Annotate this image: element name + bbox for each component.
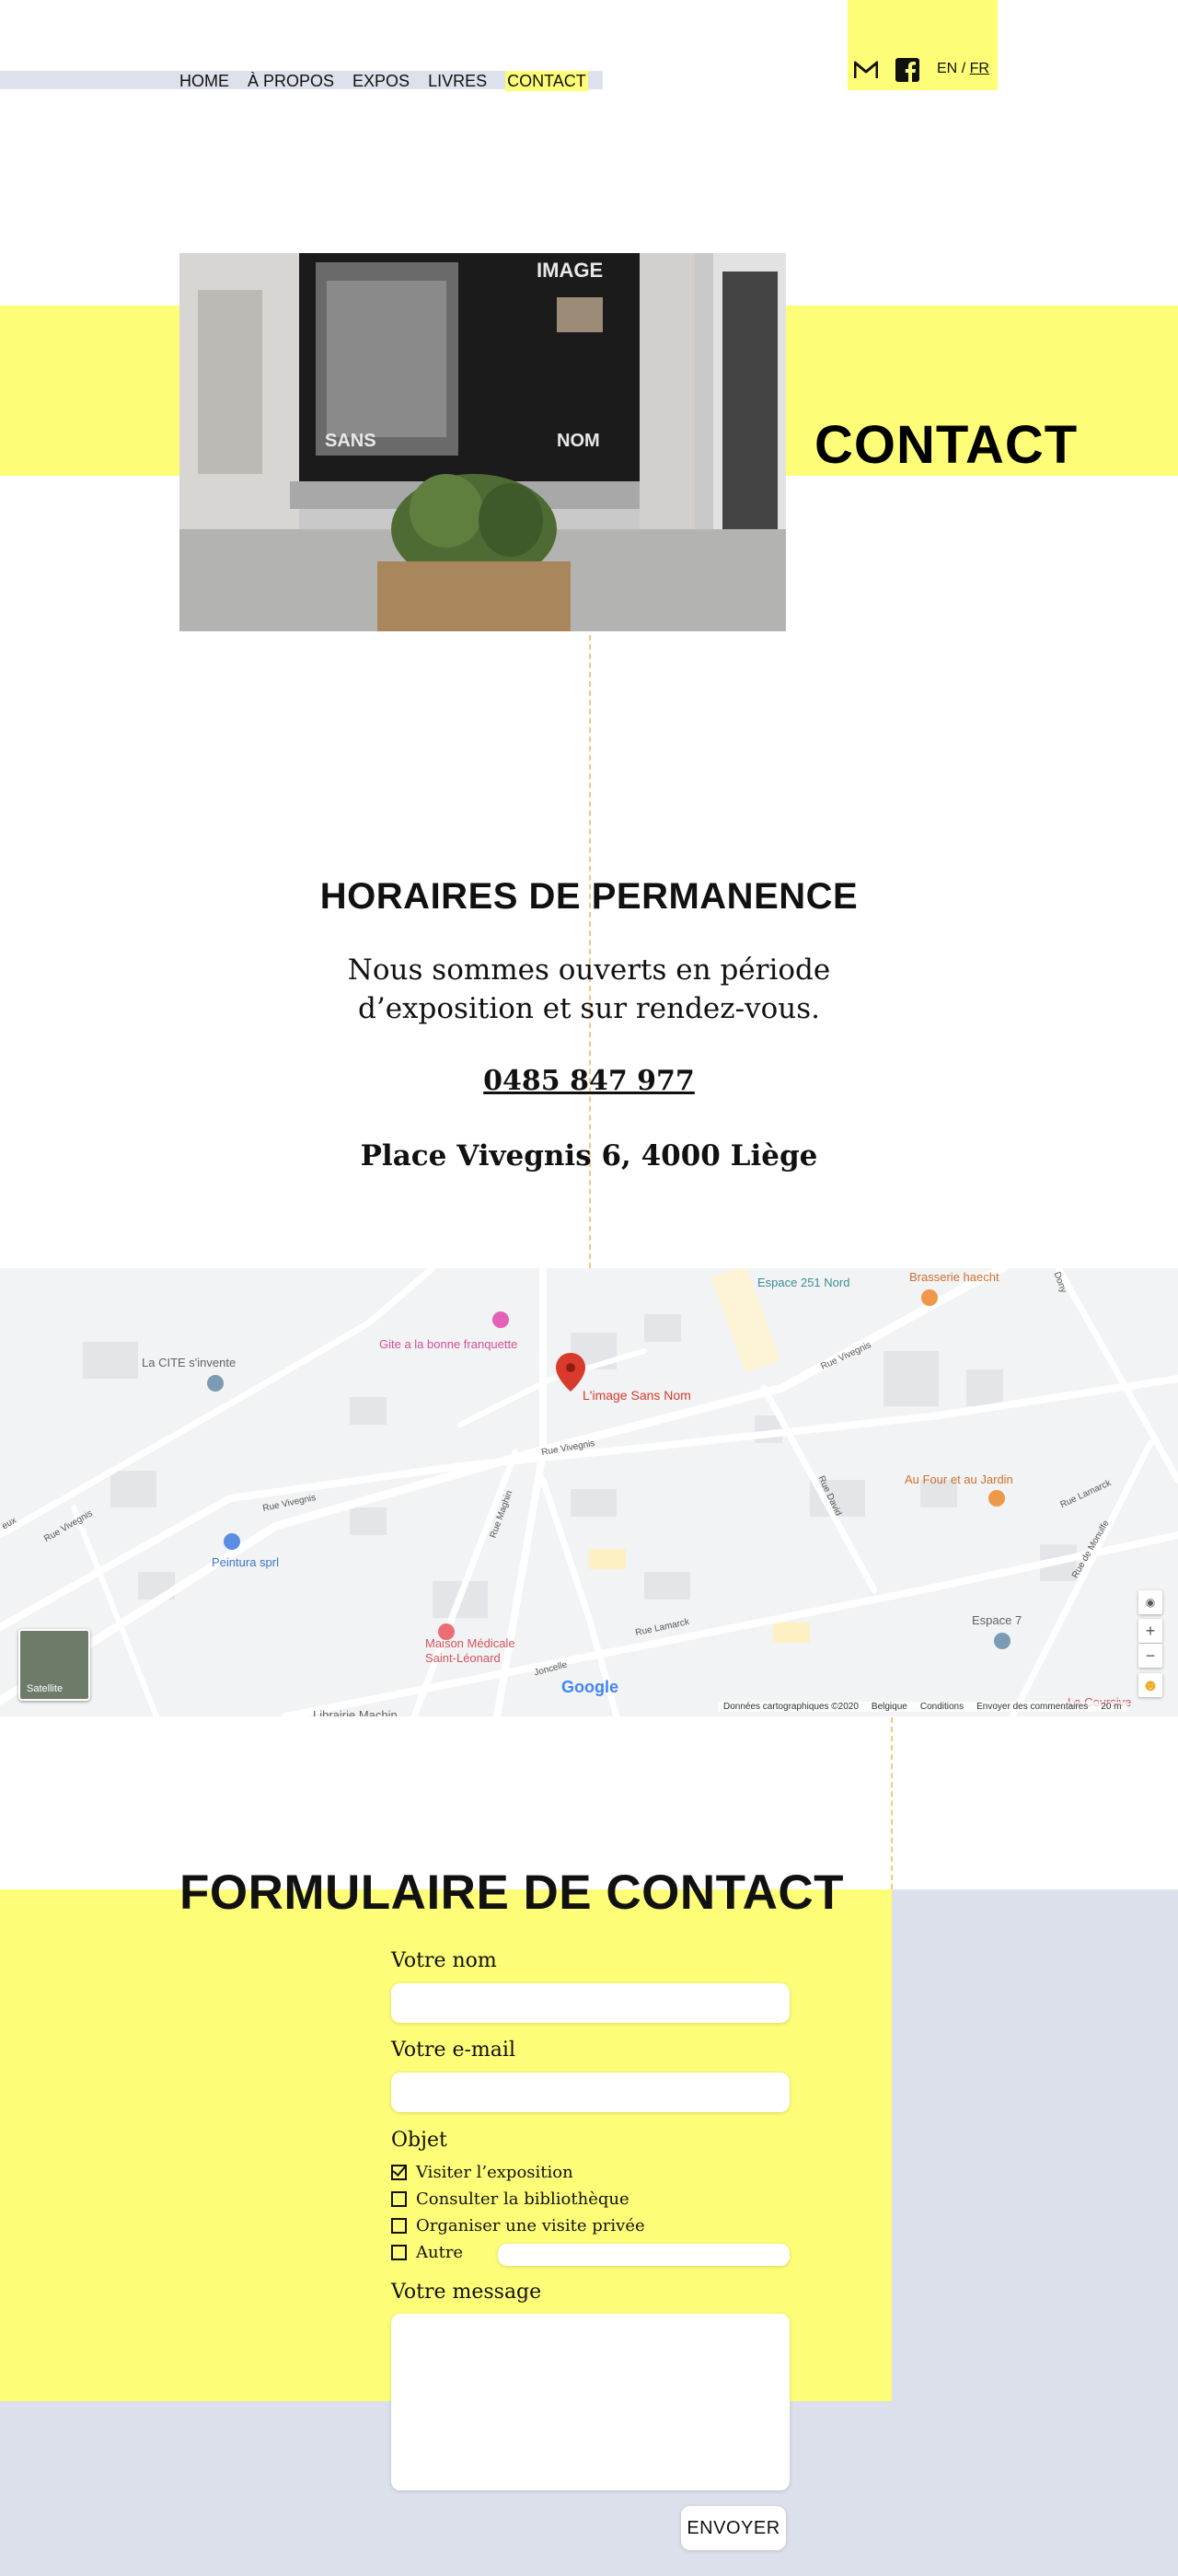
google-logo: Google: [561, 1678, 618, 1696]
option-label: Autre: [416, 2243, 464, 2262]
satellite-toggle[interactable]: Satellite: [18, 1629, 90, 1701]
checkbox[interactable]: [391, 2191, 407, 2207]
email-label: Votre e-mail: [391, 2039, 515, 2062]
page-title: CONTACT: [814, 415, 1079, 475]
map-feedback-link[interactable]: Envoyer des commentaires: [976, 1702, 1088, 1712]
name-field[interactable]: [391, 1983, 790, 2023]
option-visit[interactable]: Visiter l’exposition: [391, 2163, 573, 2182]
map-place-librairie[interactable]: Librairie Machin: [313, 1708, 398, 1716]
map-place-peintura[interactable]: Peintura sprl: [212, 1555, 279, 1569]
map-place-maison[interactable]: Maison Médicale Saint-Léonard: [425, 1636, 536, 1666]
gallery-storefront-photo: IMAGE SANS NOM: [179, 253, 786, 631]
hours-title: HORAIRES DE PERMANENCE: [319, 876, 859, 917]
map-place-gite[interactable]: Gite a la bonne franquette: [379, 1337, 517, 1351]
map-place-four[interactable]: Au Four et au Jardin: [905, 1473, 1013, 1486]
option-private-visit[interactable]: Organiser une visite privée: [391, 2216, 645, 2235]
map-place-cite[interactable]: La CITE s'invente: [142, 1356, 236, 1369]
satellite-label: Satellite: [27, 1683, 64, 1694]
option-label: Organiser une visite privée: [416, 2216, 645, 2235]
storefront-text-image: IMAGE: [537, 259, 603, 282]
dashed-line-bottom: [891, 1717, 893, 1889]
hours-text: Nous sommes ouverts en période d’exposit…: [347, 953, 831, 1025]
lang-en[interactable]: EN: [937, 61, 957, 76]
zoom-out-button[interactable]: −: [1138, 1644, 1162, 1668]
option-label: Consulter la bibliothèque: [416, 2189, 629, 2209]
google-map[interactable]: L'image Sans Nom La CITE s'invente Gite …: [0, 1268, 1178, 1716]
location-icon[interactable]: ◉: [1138, 1590, 1162, 1614]
zoom-in-button[interactable]: +: [1138, 1619, 1162, 1643]
main-nav: HOME À PROPOS EXPOS LIVRES CONTACT: [179, 71, 588, 91]
pegman-icon[interactable]: ☻: [1138, 1673, 1162, 1697]
map-footer: Données cartographiques ©2020 Belgique C…: [718, 1702, 1127, 1712]
language-switcher: EN / FR: [937, 61, 989, 77]
gmail-icon[interactable]: [854, 58, 878, 82]
facebook-icon[interactable]: [895, 58, 919, 82]
map-place-espace7[interactable]: Espace 7: [972, 1613, 1022, 1627]
map-data-credit: Données cartographiques ©2020: [723, 1702, 859, 1712]
phone-link[interactable]: 0485 847 977: [483, 1065, 695, 1097]
lang-separator: /: [961, 61, 966, 76]
map-marker-label[interactable]: L'image Sans Nom: [583, 1388, 691, 1403]
checkbox-checked[interactable]: [391, 2165, 407, 2180]
lang-fr[interactable]: FR: [970, 61, 989, 76]
map-terms-link[interactable]: Conditions: [920, 1702, 964, 1712]
checkbox[interactable]: [391, 2218, 407, 2234]
map-scale[interactable]: 20 m: [1101, 1702, 1121, 1712]
message-field[interactable]: [391, 2314, 790, 2490]
message-label: Votre message: [391, 2281, 542, 2304]
phone-number: 0485 847 977: [0, 1065, 1178, 1097]
checkbox[interactable]: [391, 2245, 407, 2260]
option-other[interactable]: Autre: [391, 2243, 463, 2262]
nav-item-expos[interactable]: EXPOS: [352, 71, 410, 91]
option-label: Visiter l’exposition: [416, 2163, 573, 2182]
storefront-text-sans: SANS: [325, 431, 376, 451]
name-label: Votre nom: [391, 1949, 497, 1972]
send-button[interactable]: ENVOYER: [681, 2506, 786, 2550]
form-title: FORMULAIRE DE CONTACT: [179, 1866, 845, 1920]
nav-item-livres[interactable]: LIVRES: [428, 71, 487, 91]
map-place-brasserie[interactable]: Brasserie haecht: [909, 1270, 999, 1284]
option-library[interactable]: Consulter la bibliothèque: [391, 2189, 629, 2209]
storefront-text-nom: NOM: [557, 431, 600, 451]
address: Place Vivegnis 6, 4000 Liège: [360, 1139, 818, 1172]
nav-item-contact[interactable]: CONTACT: [505, 71, 588, 91]
map-place-espace251[interactable]: Espace 251 Nord: [757, 1276, 849, 1289]
map-country[interactable]: Belgique: [872, 1702, 907, 1712]
nav-item-a-propos[interactable]: À PROPOS: [248, 71, 334, 91]
subject-label: Objet: [391, 2129, 447, 2152]
other-field[interactable]: [498, 2244, 790, 2266]
nav-item-home[interactable]: HOME: [179, 71, 229, 91]
email-field[interactable]: [391, 2073, 790, 2112]
